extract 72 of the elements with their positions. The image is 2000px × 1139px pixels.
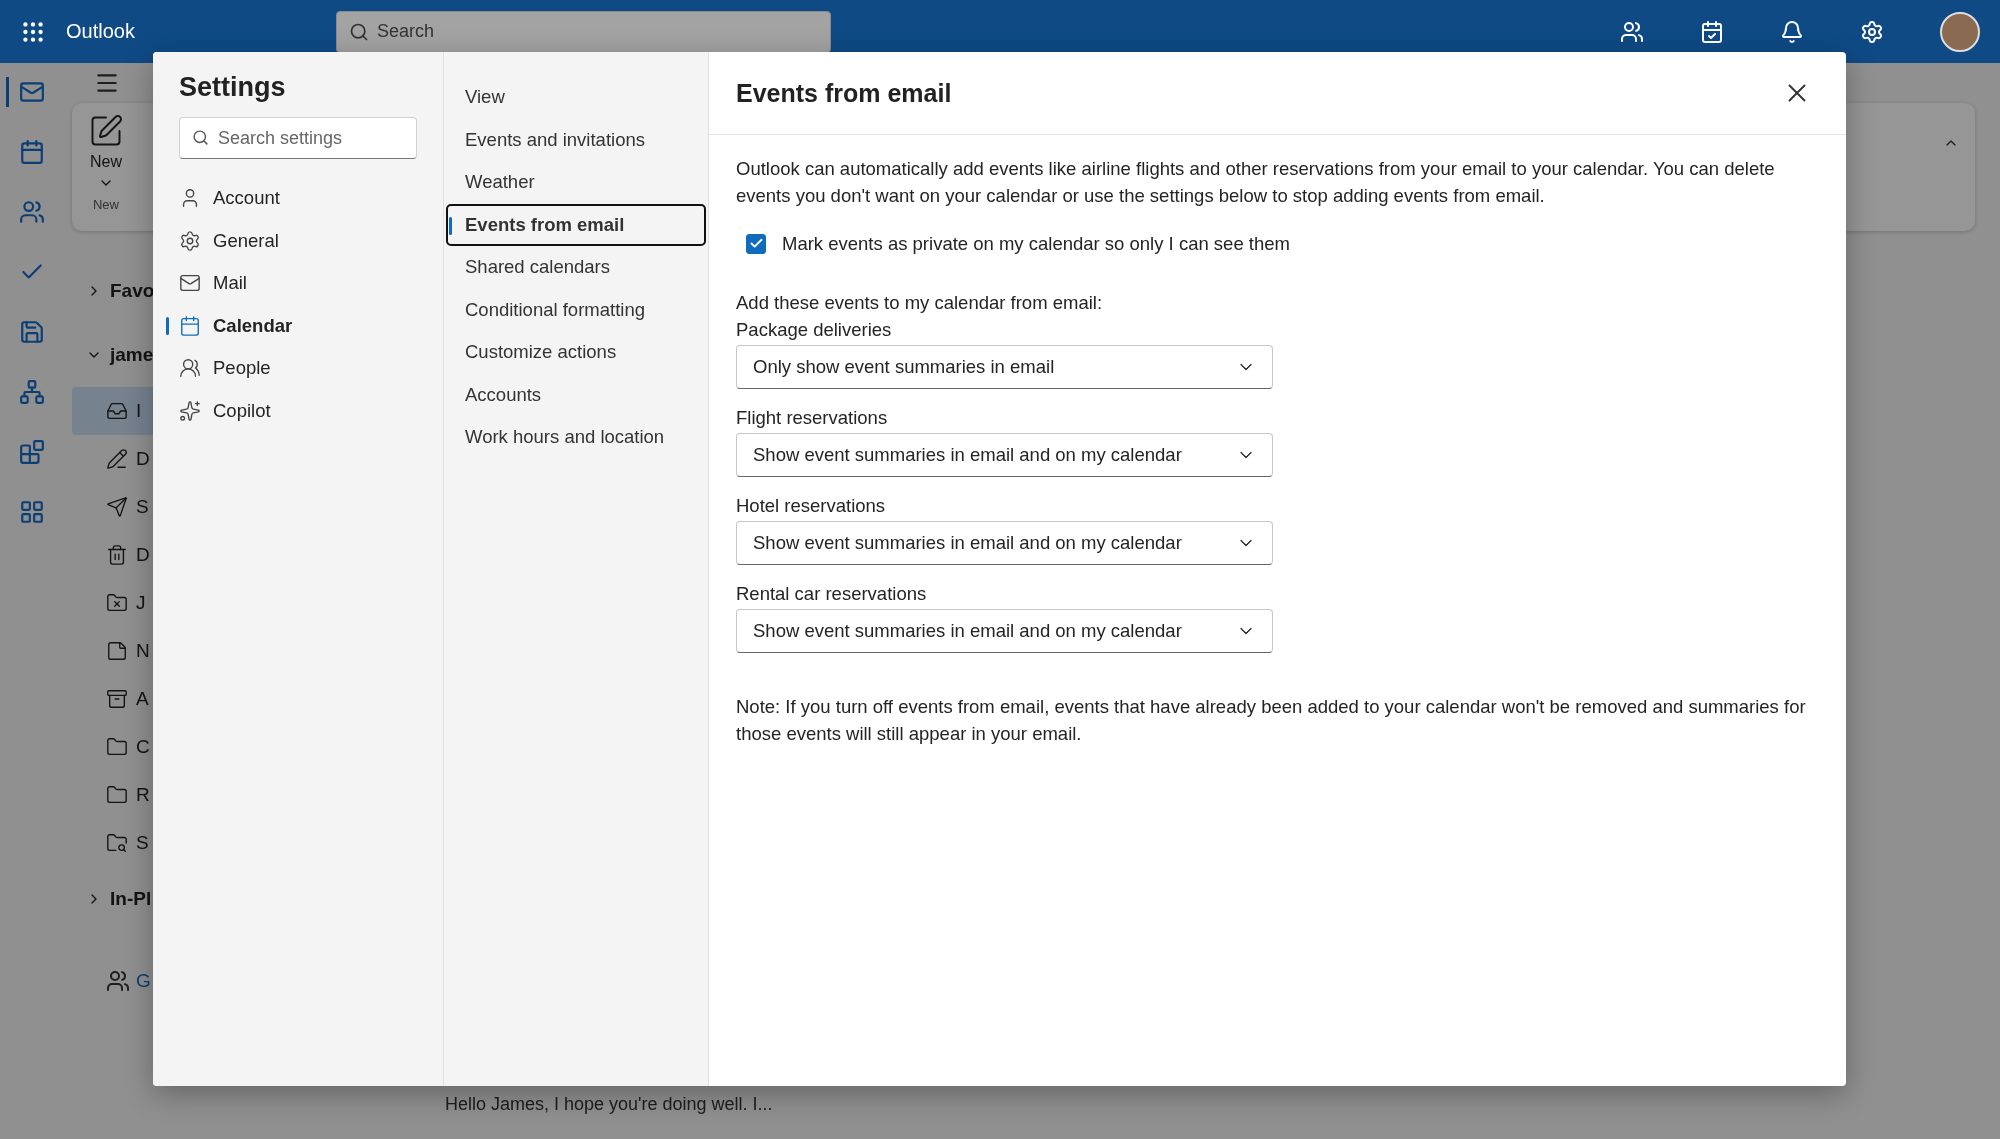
note-text: Note: If you turn off events from email, events that have already been added to your calendar won't be removed and summaries for those events will still appear in your email. [736,695,1806,746]
intro-text: Outlook can automatically add events like airline flights and other reservations from your email to your calendar. You can delete events you don't want on your calendar or use the settings below to stop adding events from email. [736,157,1776,208]
settings-subcategory[interactable]: Shared calendars [446,246,706,289]
archive-folder-icon [106,688,128,710]
panel-title: Events from email [736,78,952,108]
dropdown-label: Rental car reservations [736,582,928,606]
settings-subcategory[interactable]: Events and invitations [446,118,706,161]
section-label[interactable]: In-Pl [110,888,152,910]
settings-subcategory[interactable]: Work hours and location [446,416,706,459]
folder-item[interactable]: S [72,819,342,867]
settings-category[interactable]: Calendar [166,304,417,347]
settings-category[interactable]: Account [166,177,417,220]
search-folder-icon [106,832,128,854]
section-label: Add these events to my calendar from email: [736,291,1104,315]
dropdown-label: Flight reservations [736,406,889,430]
teams-icon[interactable] [1620,19,1644,44]
drafts-folder-icon [106,448,128,470]
avatar[interactable] [1940,11,1980,52]
event-dropdown[interactable]: Show event summaries in email and on my calendar [736,609,1273,653]
search-field[interactable]: Search [336,10,831,53]
folder-item[interactable]: R [72,771,342,819]
folder-item[interactable]: D [72,435,342,483]
mail-app-icon[interactable] [5,77,47,107]
settings-category[interactable]: Mail [166,262,417,305]
event-dropdown[interactable]: Only show event summaries in email [736,345,1273,389]
settings-subcategory[interactable]: Conditional formatting [446,288,706,331]
private-checkbox[interactable] [746,233,766,254]
inbox-folder-icon [106,400,128,422]
dropdown-label: Package deliveries [736,318,893,342]
settings-subcategory[interactable]: Events from email [446,203,706,246]
settings-icon[interactable] [1860,19,1884,44]
search-icon [192,129,209,146]
section-label[interactable]: Favo [110,280,155,302]
event-dropdown[interactable]: Show event summaries in email and on my calendar [736,433,1273,477]
notes-folder-icon [106,640,128,662]
group-label: New [93,197,119,212]
tasks-icon[interactable] [1700,19,1724,44]
dropdown-label: Hotel reservations [736,494,887,518]
folder-item[interactable]: J [72,579,342,627]
settings-search-field[interactable]: Search settings [179,117,417,159]
settings-category[interactable]: People [166,347,417,390]
settings-category[interactable]: General [166,219,417,262]
folder-item[interactable]: D [72,531,342,579]
folder-item[interactable]: A [72,675,342,723]
settings-subcategory[interactable]: Accounts [446,373,706,416]
notification-icon[interactable] [1780,19,1804,44]
settings-subcategory[interactable]: Customize actions [446,331,706,374]
junk-folder-icon [106,592,128,614]
calendar-icon [179,314,201,337]
settings-title: Settings [179,72,287,103]
app-name: Outlook [66,20,136,43]
deleted-folder-icon [106,544,128,566]
sent-folder-icon [106,496,128,518]
folder-item[interactable]: S [72,483,342,531]
people-icon [106,969,130,993]
checkbox-label: Mark events as private on my calendar so only I can see them [782,232,1290,256]
settings-subcategory[interactable]: View [446,76,706,119]
message-preview: Hello James, I hope you're doing well. I... [444,1094,774,1115]
new-button[interactable]: New [88,113,124,191]
settings-category[interactable]: Copilot [166,389,417,432]
settings-subcategory[interactable]: Weather [446,161,706,204]
folder-item[interactable]: C [72,723,342,771]
people-icon [179,357,201,380]
search-icon [349,21,369,42]
folder-item[interactable]: N [72,627,342,675]
checkmark-icon [748,236,764,251]
folder-folder-icon [106,736,128,758]
copilot-icon [179,399,201,422]
folder-folder-icon [106,784,128,806]
section-label[interactable]: jame [110,344,154,366]
event-dropdown[interactable]: Show event summaries in email and on my calendar [736,521,1273,565]
general-icon [179,229,201,252]
